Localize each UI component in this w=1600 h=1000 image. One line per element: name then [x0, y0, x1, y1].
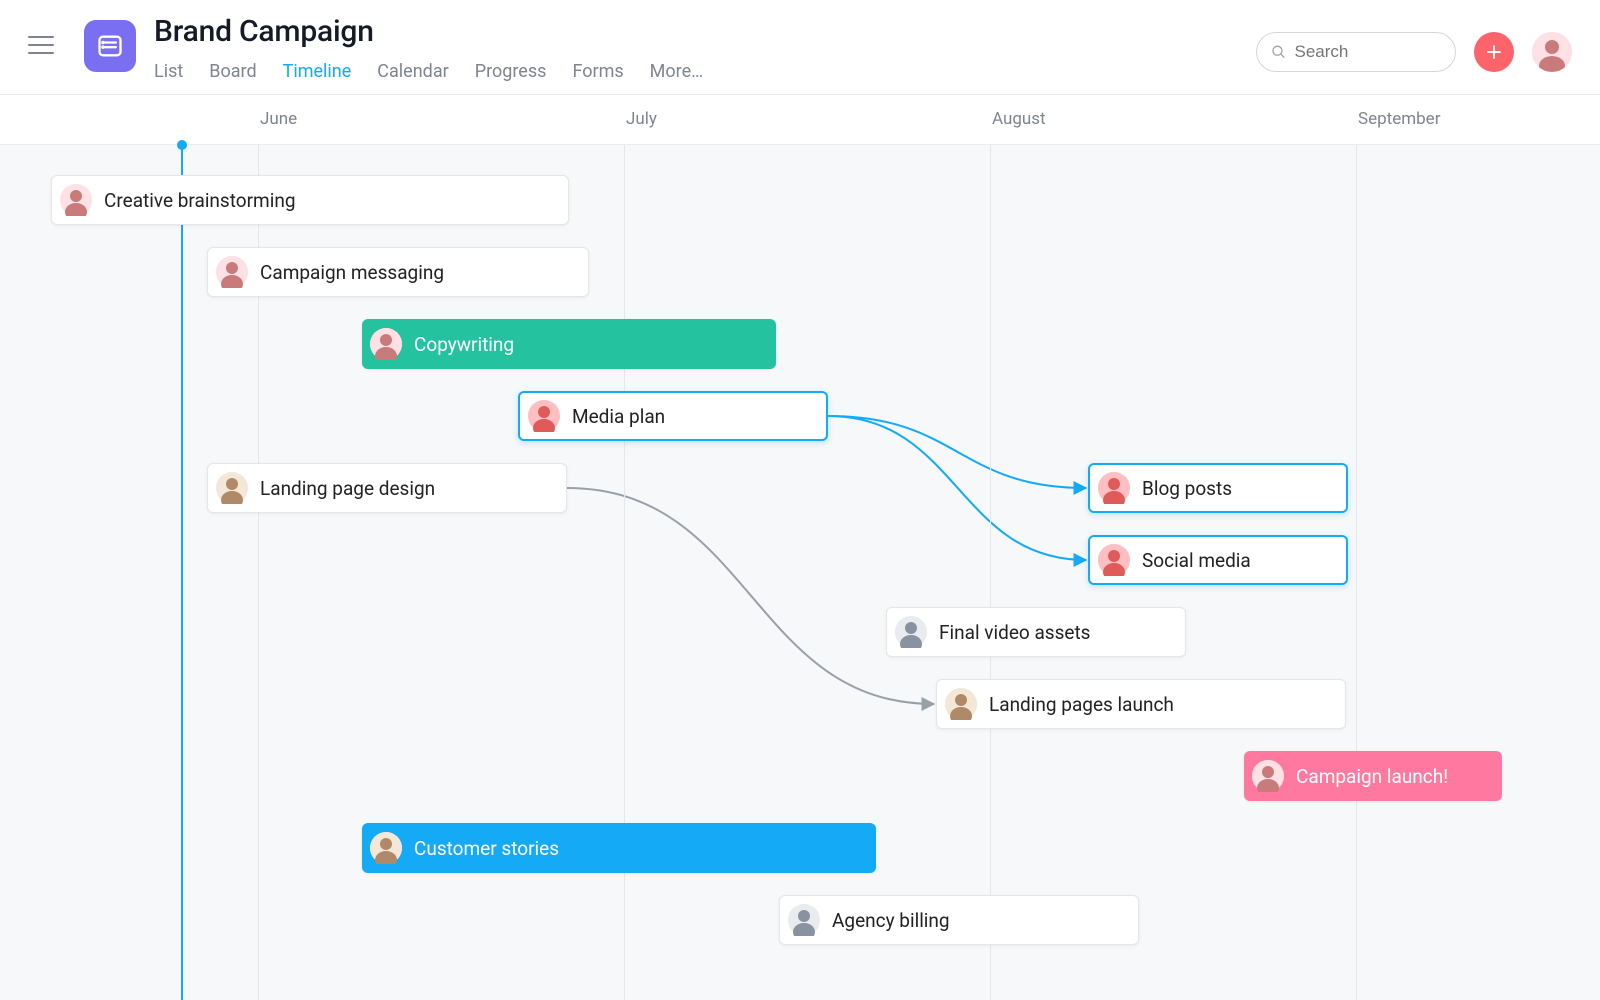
add-button[interactable]: [1474, 32, 1514, 72]
month-label: August: [992, 109, 1046, 129]
assignee-avatar: [1252, 760, 1284, 792]
task-bar[interactable]: Landing page design: [207, 463, 567, 513]
month-gridline: [990, 145, 991, 1000]
assignee-avatar: [788, 904, 820, 936]
dependency-arrow: [567, 488, 934, 704]
topbar-right: [1256, 32, 1572, 72]
task-name: Media plan: [572, 405, 665, 428]
task-name: Campaign launch!: [1296, 765, 1448, 788]
project-icon: [84, 20, 136, 72]
task-name: Creative brainstorming: [104, 189, 295, 212]
task-name: Landing page design: [260, 477, 435, 500]
month-label: September: [1358, 109, 1440, 129]
month-label: June: [260, 109, 297, 129]
tab-progress[interactable]: Progress: [475, 61, 547, 99]
search-input[interactable]: [1295, 42, 1441, 62]
assignee-avatar: [370, 832, 402, 864]
task-name: Blog posts: [1142, 477, 1232, 500]
task-bar[interactable]: Creative brainstorming: [51, 175, 569, 225]
task-bar[interactable]: Blog posts: [1088, 463, 1348, 513]
task-bar[interactable]: Campaign messaging: [207, 247, 589, 297]
assignee-avatar: [1098, 544, 1130, 576]
tab-forms[interactable]: Forms: [572, 61, 623, 99]
hamburger-menu-button[interactable]: [28, 28, 62, 62]
project-title: Brand Campaign: [154, 14, 703, 49]
search-box[interactable]: [1256, 32, 1456, 72]
assignee-avatar: [895, 616, 927, 648]
task-name: Customer stories: [414, 837, 559, 860]
task-bar[interactable]: Landing pages launch: [936, 679, 1346, 729]
assignee-avatar: [945, 688, 977, 720]
assignee-avatar: [216, 256, 248, 288]
tab-more[interactable]: More…: [650, 61, 704, 99]
tab-list[interactable]: List: [154, 61, 183, 99]
task-bar[interactable]: Final video assets: [886, 607, 1186, 657]
assignee-avatar: [370, 328, 402, 360]
task-bar[interactable]: Customer stories: [362, 823, 876, 873]
topbar: Brand Campaign List Board Timeline Calen…: [0, 0, 1600, 95]
month-gridline: [1356, 145, 1357, 1000]
timeline-month-header: June July August September: [0, 95, 1600, 145]
today-indicator-dot: [177, 140, 187, 150]
current-user-avatar[interactable]: [1532, 32, 1572, 72]
dependency-arrow: [828, 416, 1086, 560]
task-bar[interactable]: Copywriting: [362, 319, 776, 369]
task-name: Copywriting: [414, 333, 514, 356]
task-bar[interactable]: Agency billing: [779, 895, 1139, 945]
tab-timeline[interactable]: Timeline: [283, 61, 352, 99]
month-label: July: [626, 109, 657, 129]
task-name: Campaign messaging: [260, 261, 444, 284]
assignee-avatar: [216, 472, 248, 504]
title-block: Brand Campaign List Board Timeline Calen…: [154, 14, 703, 99]
assignee-avatar: [1098, 472, 1130, 504]
task-name: Landing pages launch: [989, 693, 1174, 716]
search-icon: [1271, 43, 1287, 61]
assignee-avatar: [60, 184, 92, 216]
tab-board[interactable]: Board: [209, 61, 256, 99]
task-name: Agency billing: [832, 909, 950, 932]
timeline-canvas[interactable]: Creative brainstorming Campaign messaging…: [0, 145, 1600, 1000]
task-name: Social media: [1142, 549, 1251, 572]
task-bar[interactable]: Media plan: [518, 391, 828, 441]
assignee-avatar: [528, 400, 560, 432]
tab-calendar[interactable]: Calendar: [377, 61, 448, 99]
dependency-arrow: [828, 416, 1086, 488]
task-bar[interactable]: Campaign launch!: [1244, 751, 1502, 801]
today-indicator: [181, 145, 183, 1000]
plus-icon: [1485, 43, 1503, 61]
task-name: Final video assets: [939, 621, 1091, 644]
task-bar[interactable]: Social media: [1088, 535, 1348, 585]
view-tabs: List Board Timeline Calendar Progress Fo…: [154, 61, 703, 99]
